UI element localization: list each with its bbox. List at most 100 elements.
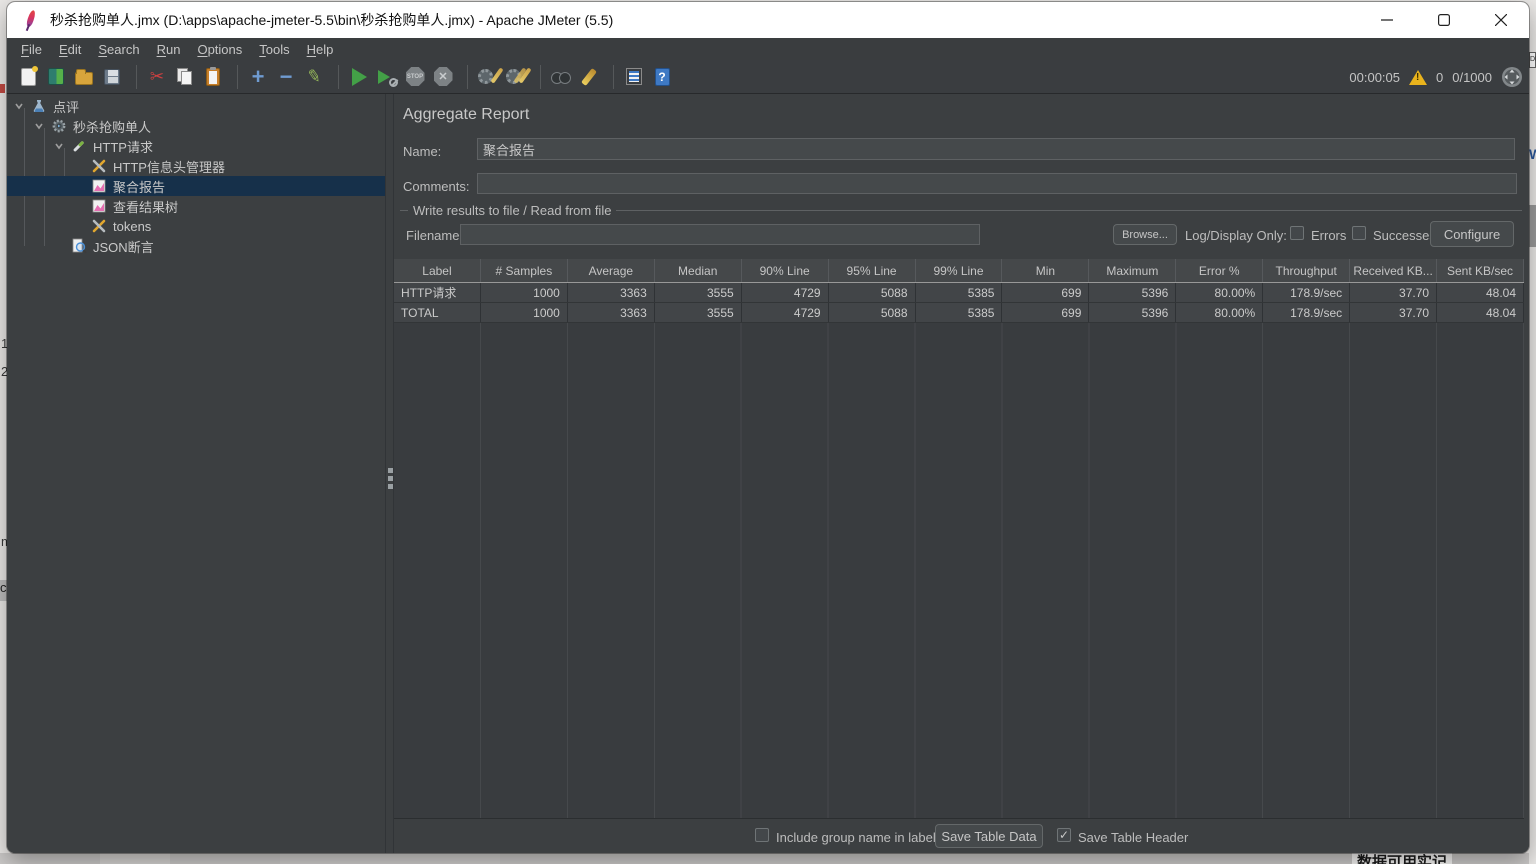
successes-label: Successes [1373,228,1436,243]
configure-button[interactable]: Configure [1430,221,1514,247]
column-header[interactable]: Average [568,259,655,282]
clear-icon[interactable] [476,65,504,89]
table-cell: 48.04 [1437,283,1524,302]
chevron-down-icon[interactable] [34,121,44,131]
maximize-button[interactable] [1415,2,1472,38]
table-row[interactable]: TOTAL 1000 3363 3555 4729 5088 5385 699 5396 80.0… [394,303,1524,323]
table-cell: 3555 [655,303,742,322]
close-button[interactable] [1472,2,1529,38]
include-group-name-label: Include group name in label? [776,830,943,845]
menu-run[interactable]: Run [157,42,181,57]
save-table-data-button[interactable]: Save Table Data [935,824,1043,848]
warning-icon[interactable] [1409,69,1427,85]
save-table-header-checkbox[interactable]: ✓ [1057,828,1071,842]
column-header[interactable]: 99% Line [916,259,1003,282]
bg-gray-box [1529,205,1536,247]
tree-node-view-results-tree[interactable]: 查看结果树 [7,196,385,216]
comments-input[interactable] [477,173,1517,194]
toolbar: ✂ + − ✎ STOP ✕ ? 00:00:05 0 0/1000 [7,60,1529,94]
test-plan-icon [31,98,48,114]
cut-icon[interactable]: ✂ [145,65,169,89]
menu-edit[interactable]: Edit [59,42,81,57]
errors-checkbox[interactable] [1290,226,1304,240]
table-empty-area [394,323,1524,818]
tree-node-label: 查看结果树 [113,199,179,215]
search-icon[interactable] [549,65,573,89]
open-file-icon[interactable] [72,65,96,89]
tree-node-http-request[interactable]: HTTP请求 [7,136,385,156]
column-header[interactable]: Throughput [1263,259,1351,282]
column-header[interactable]: Min [1002,259,1090,282]
save-icon[interactable] [100,65,124,89]
tree-panel-splitter[interactable] [385,94,394,853]
tree-node-thread-group[interactable]: 秒杀抢购单人 [7,116,385,136]
chevron-down-icon[interactable] [14,101,24,111]
column-header[interactable]: Sent KB/sec [1437,259,1524,282]
thread-group-icon [51,118,68,134]
clear-all-icon[interactable] [504,65,532,89]
tree-node-aggregate-report[interactable]: 聚合报告 [7,176,385,196]
tree-node-label: 秒杀抢购单人 [73,119,152,135]
warning-count: 0 [1436,69,1444,85]
table-cell: 37.70 [1350,303,1438,322]
menu-help[interactable]: Help [307,42,334,57]
function-helper-icon[interactable] [622,65,646,89]
copy-icon[interactable] [173,65,197,89]
toolbar-separator [540,64,541,89]
tree-node-json-assertion[interactable]: JSON断言 [7,236,385,256]
tree-node-header-manager[interactable]: HTTP信息头管理器 [7,156,385,176]
table-cell: 178.9/sec [1263,283,1351,302]
name-input[interactable] [477,138,1515,160]
background-window-left-sliver: 1 2 m c [0,0,7,864]
menu-file[interactable]: File [21,42,42,57]
include-group-name-checkbox[interactable] [755,828,769,842]
tree-node-test-plan[interactable]: 点评 [7,96,385,116]
new-file-icon[interactable] [16,65,40,89]
bg-w-logo: W [1529,146,1536,162]
add-element-icon[interactable]: + [246,65,270,89]
paste-icon[interactable] [201,65,225,89]
table-cell: 178.9/sec [1263,303,1351,322]
table-cell: 5385 [916,283,1003,302]
menu-search[interactable]: Search [98,42,139,57]
successes-checkbox[interactable] [1352,226,1366,240]
filename-input[interactable] [460,224,980,245]
menu-options[interactable]: Options [197,42,242,57]
chevron-down-icon[interactable] [54,141,64,151]
table-cell: 5088 [829,283,916,302]
bg-red-mark [0,84,5,93]
titlebar[interactable]: 秒杀抢购单人.jmx (D:\apps\apache-jmeter-5.5\bi… [7,2,1529,38]
tree-node-label: tokens [113,218,152,234]
column-header[interactable]: Error % [1176,259,1264,282]
browse-button[interactable]: Browse... [1113,224,1177,245]
column-header[interactable]: Median [655,259,742,282]
templates-icon[interactable] [44,65,68,89]
shutdown-icon[interactable]: ✕ [431,65,455,89]
column-header[interactable]: 95% Line [829,259,916,282]
elapsed-time: 00:00:05 [1349,69,1400,85]
edit-icon[interactable]: ✎ [302,65,326,89]
header-manager-icon [91,218,108,234]
main-area: 点评 秒杀抢购单人 HTTP请求 HTTP信息头管理器 聚合报告 查看结果树 t… [7,94,1529,853]
menu-tools[interactable]: Tools [259,42,289,57]
jmeter-logo-icon [20,9,40,32]
tree-node-tokens[interactable]: tokens [7,216,385,236]
start-icon[interactable] [347,65,371,89]
table-row[interactable]: HTTP请求 1000 3363 3555 4729 5088 5385 699 5396 80.… [394,283,1524,303]
aggregate-table: Label # Samples Average Median 90% Line 95% L… [394,259,1524,323]
table-cell: HTTP请求 [394,283,481,302]
column-header[interactable]: Label [394,259,481,282]
column-header[interactable]: Received KB... [1350,259,1438,282]
start-no-timers-icon[interactable] [375,65,399,89]
column-header[interactable]: Maximum [1089,259,1177,282]
stop-icon[interactable]: STOP [403,65,427,89]
column-header[interactable]: 90% Line [742,259,829,282]
toolbar-separator [467,64,468,89]
remove-element-icon[interactable]: − [274,65,298,89]
column-header[interactable]: # Samples [481,259,568,282]
clear-search-icon[interactable] [577,65,601,89]
background-window-right-sliver: DD W [1529,0,1536,864]
minimize-button[interactable] [1358,2,1415,38]
help-icon[interactable]: ? [650,65,674,89]
tree-node-label: HTTP请求 [93,139,153,155]
